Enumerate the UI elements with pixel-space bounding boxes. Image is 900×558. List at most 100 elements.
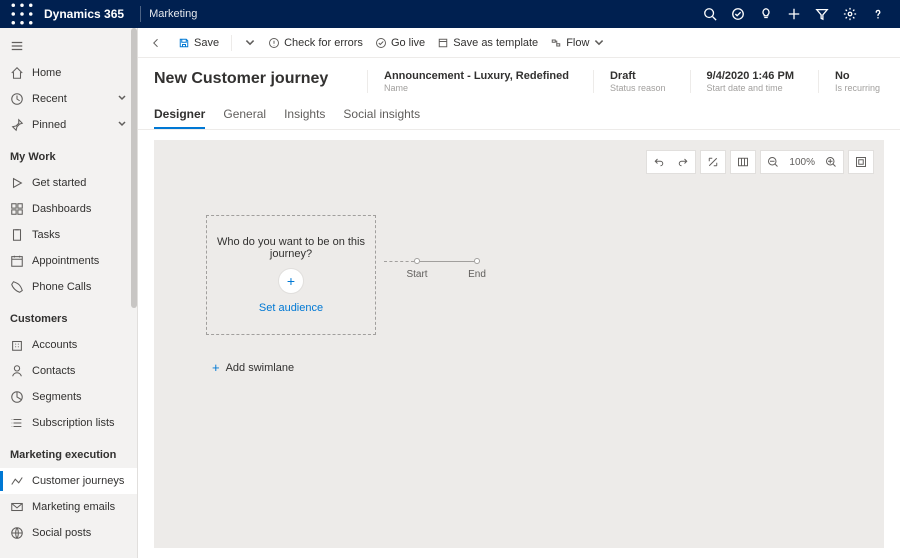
- sidebar-item-label: Appointments: [32, 255, 99, 267]
- save-template-button[interactable]: Save as template: [437, 37, 538, 49]
- person-icon: [10, 364, 24, 378]
- segment-icon: [10, 390, 24, 404]
- sidebar-item-home[interactable]: Home: [0, 60, 137, 86]
- cmdbar-divider: [231, 35, 232, 51]
- sidebar-item-label: Social posts: [32, 527, 91, 539]
- building-icon: [10, 338, 24, 352]
- page-title: New Customer journey: [154, 70, 347, 88]
- tab-social-insights[interactable]: Social insights: [343, 101, 420, 129]
- clipboard-icon: [10, 228, 24, 242]
- journey-icon: [10, 474, 24, 488]
- flow-start-node[interactable]: Start: [414, 258, 420, 264]
- sidebar-item-recent[interactable]: Recent: [0, 86, 137, 112]
- sidebar-item-appointments[interactable]: Appointments: [0, 248, 137, 274]
- filter-icon[interactable]: [808, 0, 836, 28]
- sidebar: Home Recent Pinned My Work Get started D…: [0, 28, 138, 558]
- tab-general[interactable]: General: [223, 101, 266, 129]
- set-audience-link[interactable]: Set audience: [259, 302, 323, 314]
- flow-end-node[interactable]: End: [474, 258, 480, 264]
- header-field-label: Start date and time: [707, 83, 794, 93]
- play-icon: [10, 176, 24, 190]
- chevron-down-icon: [117, 93, 127, 106]
- page-header: New Customer journey Announcement - Luxu…: [138, 58, 900, 101]
- save-menu-button[interactable]: [244, 37, 256, 49]
- sidebar-heading-label: Marketing execution: [10, 449, 116, 461]
- sidebar-item-marketing-emails[interactable]: Marketing emails: [0, 494, 137, 520]
- designer-canvas[interactable]: 100% Who do you want to be on this journ…: [154, 140, 884, 548]
- main-content: Save Check for errors Go live Save as te…: [138, 28, 900, 558]
- calendar-icon: [10, 254, 24, 268]
- task-check-icon[interactable]: [724, 0, 752, 28]
- sidebar-item-contacts[interactable]: Contacts: [0, 358, 137, 384]
- lightbulb-icon[interactable]: [752, 0, 780, 28]
- redo-button[interactable]: [671, 150, 695, 174]
- add-swimlane-button[interactable]: + Add swimlane: [212, 360, 294, 375]
- sidebar-item-pinned[interactable]: Pinned: [0, 112, 137, 138]
- minimap-button[interactable]: [731, 150, 755, 174]
- sidebar-item-accounts[interactable]: Accounts: [0, 332, 137, 358]
- tab-designer[interactable]: Designer: [154, 101, 205, 129]
- header-field-label: Is recurring: [835, 83, 880, 93]
- header-field-value: Draft: [610, 70, 666, 82]
- add-icon[interactable]: [780, 0, 808, 28]
- audience-prompt: Who do you want to be on this journey?: [215, 236, 367, 260]
- header-field-label: Status reason: [610, 83, 666, 93]
- add-audience-button[interactable]: +: [278, 268, 304, 294]
- tab-insights[interactable]: Insights: [284, 101, 325, 129]
- fit-button[interactable]: [849, 150, 873, 174]
- command-bar: Save Check for errors Go live Save as te…: [138, 28, 900, 58]
- sidebar-item-segments[interactable]: Segments: [0, 384, 137, 410]
- area-label: Marketing: [149, 8, 197, 20]
- gear-icon[interactable]: [836, 0, 864, 28]
- sidebar-item-label: Get started: [32, 177, 86, 189]
- header-field-name: Announcement - Luxury, Redefined Name: [367, 70, 573, 93]
- sidebar-item-get-started[interactable]: Get started: [0, 170, 137, 196]
- zoom-out-button[interactable]: [761, 150, 785, 174]
- sidebar-heading-label: Customers: [10, 313, 67, 325]
- brand-label: Dynamics 365: [36, 7, 132, 21]
- save-button[interactable]: Save: [178, 37, 219, 49]
- header-field-value: No: [835, 70, 880, 82]
- sidebar-item-tasks[interactable]: Tasks: [0, 222, 137, 248]
- tab-row: Designer General Insights Social insight…: [138, 101, 900, 130]
- search-icon[interactable]: [696, 0, 724, 28]
- sidebar-item-label: Contacts: [32, 365, 75, 377]
- sidebar-item-dashboards[interactable]: Dashboards: [0, 196, 137, 222]
- sidebar-item-label: Recent: [32, 93, 67, 105]
- sidebar-scrollbar[interactable]: [131, 28, 137, 308]
- sidebar-item-subscription-lists[interactable]: Subscription lists: [0, 410, 137, 436]
- go-live-button[interactable]: Go live: [375, 37, 425, 49]
- zoom-level[interactable]: 100%: [785, 150, 819, 174]
- audience-placeholder: Who do you want to be on this journey? +…: [206, 215, 376, 335]
- back-button[interactable]: [146, 37, 166, 49]
- flow-connector-dashed: [384, 261, 414, 262]
- sidebar-item-phone-calls[interactable]: Phone Calls: [0, 274, 137, 300]
- home-icon: [10, 66, 24, 80]
- sidebar-item-label: Marketing emails: [32, 501, 115, 513]
- sidebar-item-social-posts[interactable]: Social posts: [0, 520, 137, 546]
- sidebar-item-label: Phone Calls: [32, 281, 91, 293]
- header-field-startdate: 9/4/2020 1:46 PM Start date and time: [690, 70, 798, 93]
- go-live-label: Go live: [391, 37, 425, 49]
- zoom-in-button[interactable]: [819, 150, 843, 174]
- pin-icon: [10, 118, 24, 132]
- canvas-toolbar: 100%: [646, 150, 874, 174]
- topbar-divider: [140, 6, 141, 22]
- flow-button[interactable]: Flow: [550, 37, 605, 49]
- app-topbar: Dynamics 365 Marketing: [0, 0, 900, 28]
- expand-button[interactable]: [701, 150, 725, 174]
- sidebar-heading-customers: Customers: [0, 306, 137, 332]
- help-icon[interactable]: [864, 0, 892, 28]
- sidebar-item-label: Subscription lists: [32, 417, 115, 429]
- check-errors-button[interactable]: Check for errors: [268, 37, 363, 49]
- collapse-sidebar-button[interactable]: [0, 32, 137, 60]
- save-template-label: Save as template: [453, 37, 538, 49]
- app-launcher-button[interactable]: [8, 0, 36, 28]
- header-field-label: Name: [384, 83, 569, 93]
- dashboard-icon: [10, 202, 24, 216]
- sidebar-heading-marketing-execution: Marketing execution: [0, 442, 137, 468]
- sidebar-item-customer-journeys[interactable]: Customer journeys: [0, 468, 137, 494]
- undo-button[interactable]: [647, 150, 671, 174]
- sidebar-item-label: Customer journeys: [32, 475, 124, 487]
- flow-connector: [420, 261, 474, 262]
